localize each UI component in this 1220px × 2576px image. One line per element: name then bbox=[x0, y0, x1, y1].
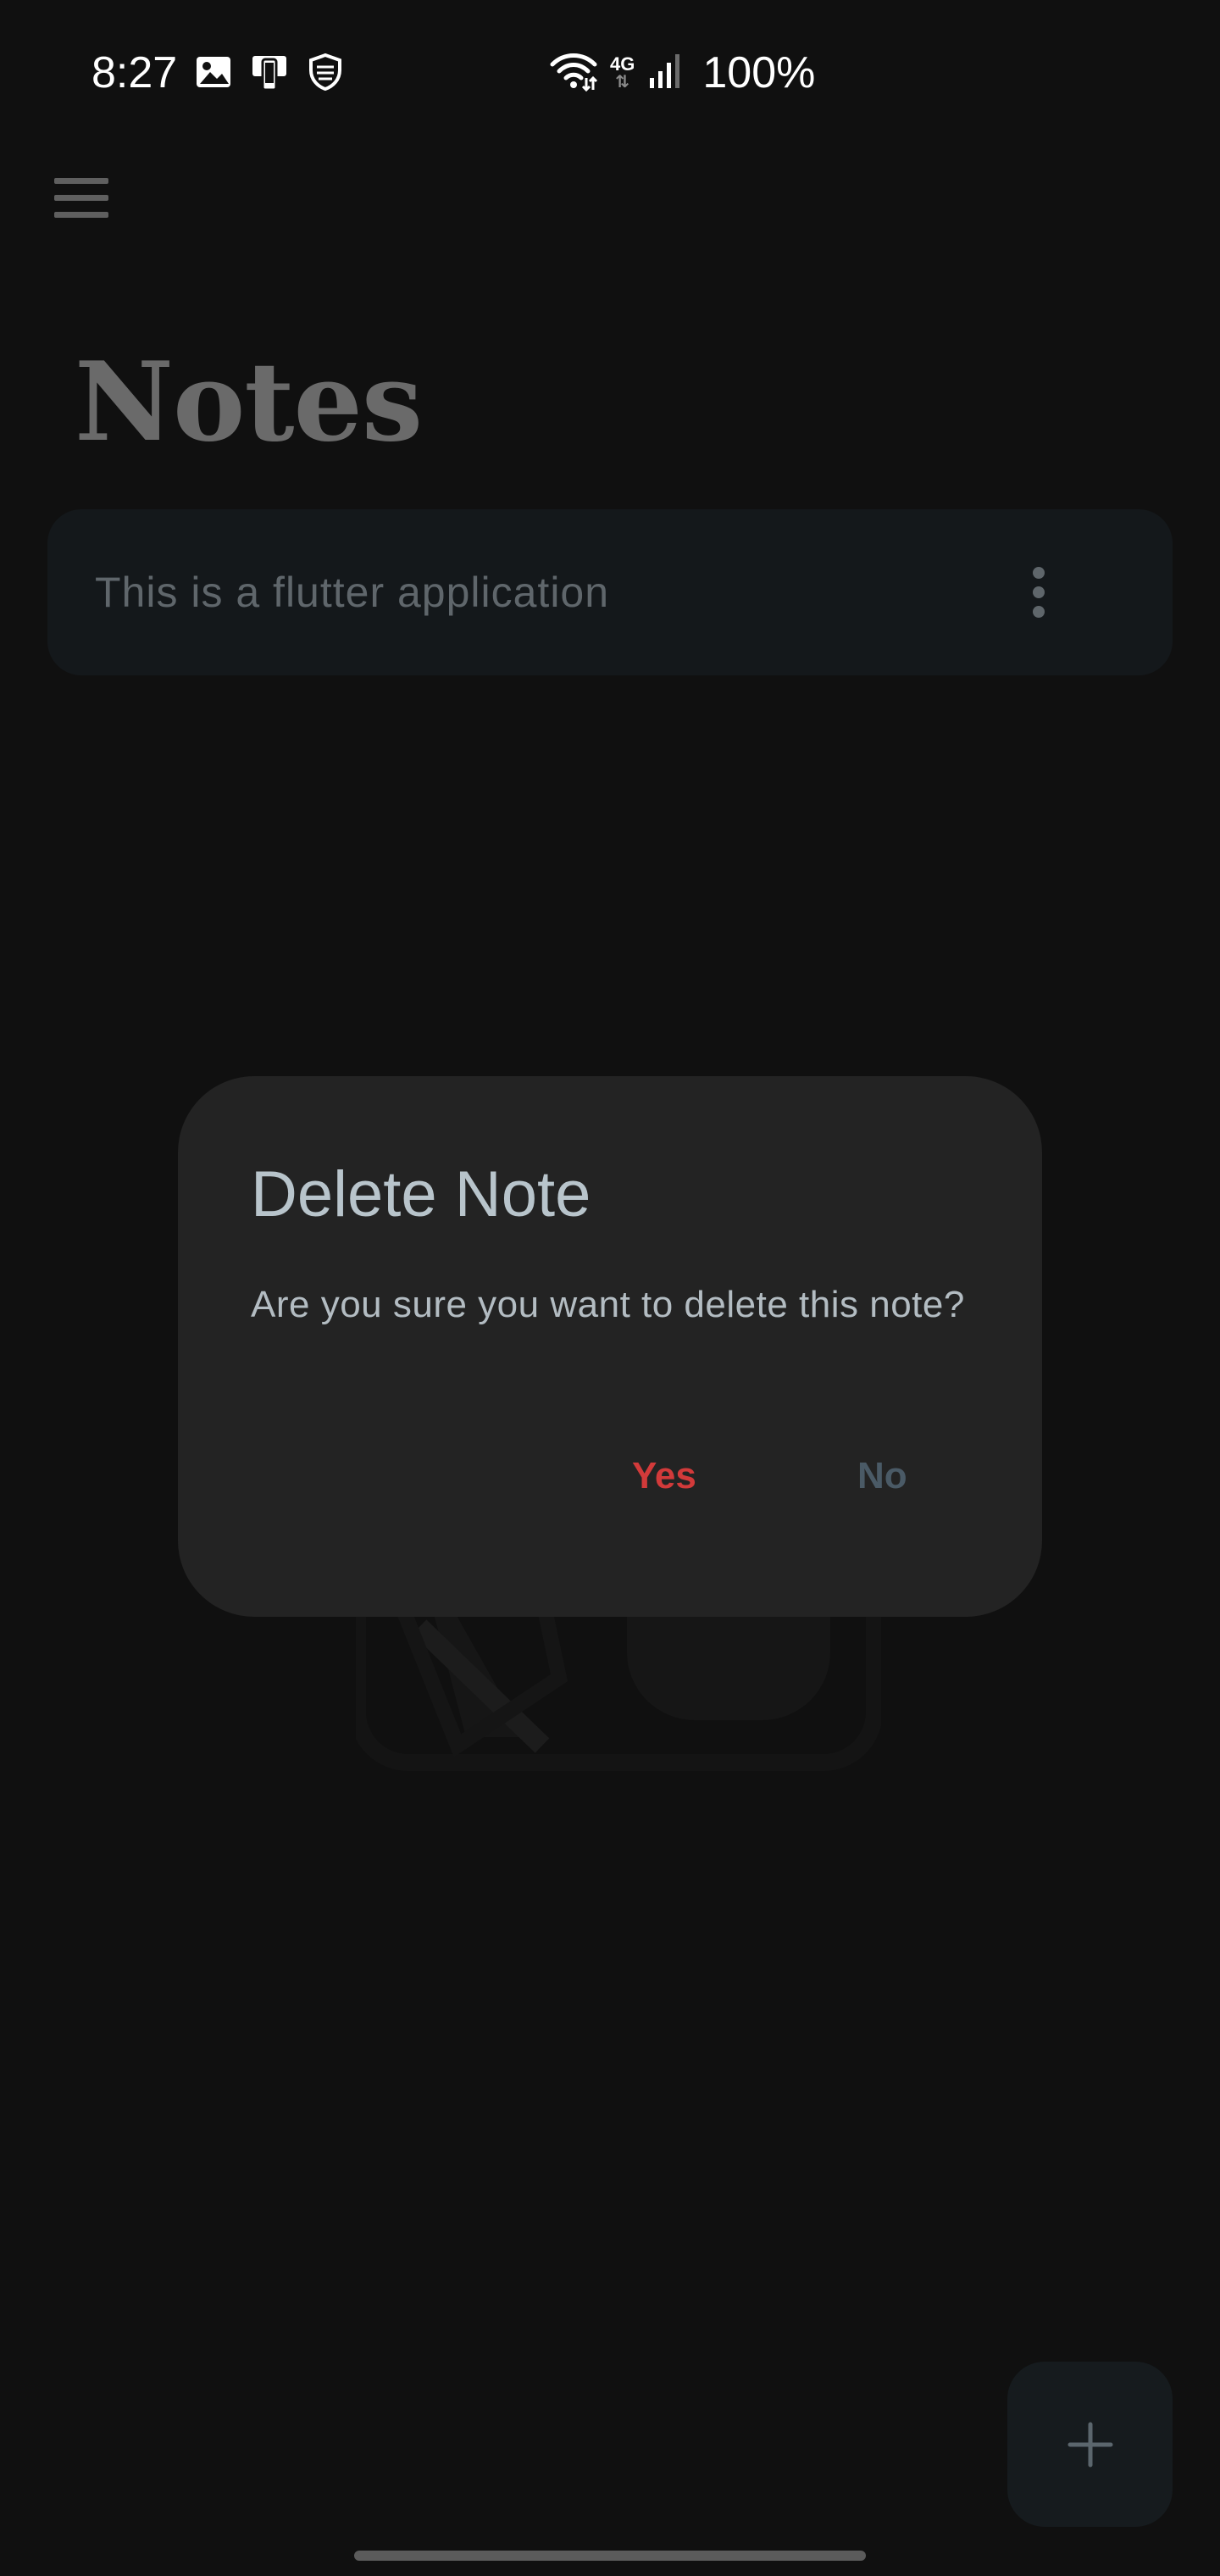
shield-icon bbox=[308, 53, 342, 95]
device-icon bbox=[249, 53, 291, 96]
gesture-navigation-bar[interactable] bbox=[354, 2551, 866, 2561]
delete-note-dialog: Delete Note Are you sure you want to del… bbox=[178, 1076, 1042, 1617]
note-text: This is a flutter application bbox=[95, 569, 610, 616]
note-card[interactable]: This is a flutter application bbox=[47, 509, 1173, 675]
status-bar: 8:27 4G ⇅ 100% bbox=[0, 0, 1220, 144]
hamburger-menu-icon[interactable] bbox=[54, 175, 112, 222]
battery-percentage: 100% bbox=[702, 48, 816, 97]
yes-button[interactable]: Yes bbox=[615, 1442, 713, 1510]
page-title: Notes bbox=[75, 339, 423, 466]
status-time: 8:27 bbox=[92, 48, 178, 97]
empty-notes-illustration bbox=[349, 1441, 883, 1881]
network-type-label: 4G bbox=[610, 53, 635, 75]
dialog-title: Delete Note bbox=[251, 1158, 591, 1230]
status-notification-icons bbox=[195, 53, 342, 96]
signal-icon bbox=[646, 53, 684, 94]
wifi-icon bbox=[549, 51, 598, 96]
no-button[interactable]: No bbox=[840, 1442, 924, 1510]
more-vert-icon[interactable] bbox=[1032, 567, 1045, 618]
status-system-icons: 4G ⇅ 100% bbox=[549, 46, 815, 100]
dialog-message: Are you sure you want to delete this not… bbox=[251, 1284, 965, 1325]
data-arrows-icon: ⇅ bbox=[615, 73, 630, 92]
network-type-indicator: 4G ⇅ bbox=[610, 53, 635, 92]
screen: 8:27 4G ⇅ 100% Notes This is a flutter a… bbox=[0, 0, 1220, 2576]
plus-icon bbox=[1007, 2362, 1173, 2527]
add-note-button[interactable] bbox=[1007, 2362, 1173, 2527]
image-icon bbox=[195, 55, 232, 93]
